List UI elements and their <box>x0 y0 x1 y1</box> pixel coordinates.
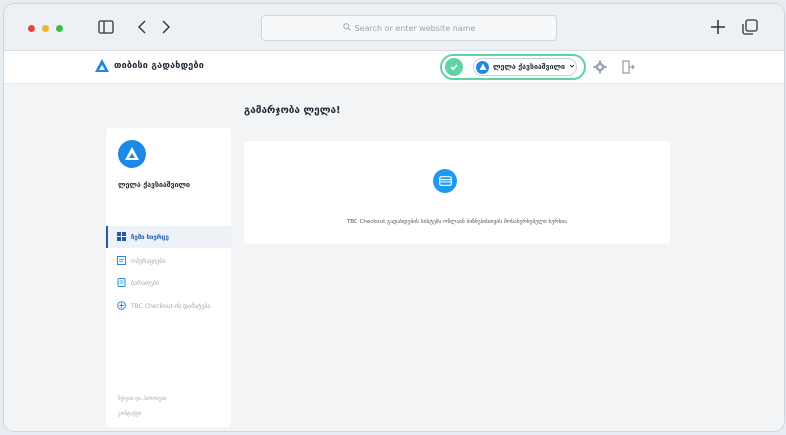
contact-link[interactable]: კონტაქტი <box>118 411 141 417</box>
gear-icon[interactable] <box>593 59 607 74</box>
app-name[interactable]: თიბისი გადახდები <box>114 61 204 71</box>
chevron-down-icon <box>569 63 575 71</box>
card-description: TBC Checkout გადახდების სისტემა ონლაინ ბ… <box>346 219 568 225</box>
app-header: თიბისი გადახდები ლელა ქავსიაშვილი <box>4 51 784 84</box>
address-bar-placeholder: Search or enter website name <box>354 23 476 33</box>
checkmark-icon <box>445 58 463 76</box>
card-icon <box>117 277 126 289</box>
sidebar-item-label: TBC Checkout-ის დამატება <box>131 302 211 310</box>
sidebar: ლელა ქავსიაშვილი ჩემი სივრცე ოპერაციები … <box>106 128 231 427</box>
browser-titlebar: Search or enter website name <box>4 4 784 51</box>
minimize-window-button[interactable] <box>42 25 49 32</box>
logout-icon[interactable] <box>621 59 635 74</box>
sidebar-item-my-space[interactable]: ჩემი სივრცე <box>106 226 231 248</box>
forward-icon[interactable] <box>156 17 176 37</box>
address-bar[interactable]: Search or enter website name <box>261 15 557 41</box>
avatar <box>476 60 489 74</box>
back-icon[interactable] <box>132 17 152 37</box>
tabs-overview-icon[interactable] <box>740 17 760 37</box>
sidebar-item-label: ბარათები <box>131 279 160 287</box>
sidebar-item-add-checkout[interactable]: TBC Checkout-ის დამატება <box>106 295 231 317</box>
sidebar-item-label: ჩემი სივრცე <box>131 233 169 241</box>
sidebar-item-operations[interactable]: ოპერაციები <box>106 250 231 272</box>
credit-card-icon <box>433 169 457 193</box>
plus-circle-icon <box>117 300 126 312</box>
user-menu-button[interactable]: ლელა ქავსიაშვილი <box>473 58 577 76</box>
grid-icon <box>117 231 126 243</box>
receipt-icon <box>117 255 126 267</box>
search-icon <box>342 23 351 33</box>
browser-window: Search or enter website name თიბისი გადა… <box>4 4 784 431</box>
page-title: გამარჯობა ლელა! <box>244 105 341 116</box>
close-window-button[interactable] <box>28 25 35 32</box>
maximize-window-button[interactable] <box>56 25 63 32</box>
sidebar-item-label: ოპერაციები <box>131 257 166 265</box>
sidebar-item-cards[interactable]: ბარათები <box>106 272 231 294</box>
sidebar-toggle-icon[interactable] <box>96 17 116 37</box>
checkout-info-card: TBC Checkout გადახდების სისტემა ონლაინ ბ… <box>244 141 670 244</box>
avatar <box>118 140 146 168</box>
new-tab-icon[interactable] <box>708 17 728 37</box>
sidebar-user-name: ლელა ქავსიაშვილი <box>118 181 190 189</box>
terms-link[interactable]: წესები და პირობები <box>118 396 167 402</box>
tbc-logo-icon[interactable] <box>94 58 110 74</box>
user-menu-label: ლელა ქავსიაშვილი <box>493 63 565 71</box>
main-content: ლელა ქავსიაშვილი ჩემი სივრცე ოპერაციები … <box>4 84 784 431</box>
